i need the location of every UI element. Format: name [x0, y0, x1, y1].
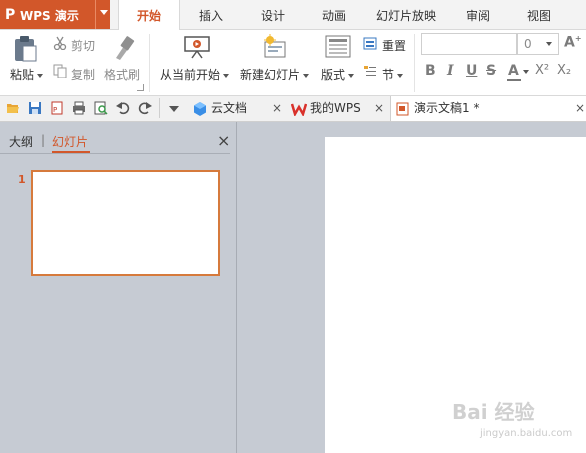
slide-number: 1 — [18, 173, 26, 186]
pane-tab-separator: | — [41, 133, 46, 147]
ribbon-divider — [149, 34, 150, 92]
app-menu-divider — [95, 0, 96, 29]
new-slide-icon[interactable] — [262, 34, 288, 60]
doc-tab-my-wps[interactable]: 我的WPS × — [288, 96, 386, 121]
presentation-icon — [396, 102, 409, 116]
tab-outline[interactable]: 大纲 — [9, 133, 33, 150]
bold-button[interactable]: B — [425, 63, 436, 79]
section-icon[interactable] — [363, 64, 377, 78]
close-tab-icon[interactable]: × — [272, 96, 282, 121]
scissors-icon[interactable] — [53, 36, 67, 51]
tab-slides[interactable]: 幻灯片 — [52, 133, 88, 150]
slideshow-from-current-icon[interactable] — [183, 34, 211, 60]
toolbar-divider — [159, 98, 160, 118]
watermark-url: jingyan.baidu.com — [480, 428, 573, 439]
paste-button[interactable] — [12, 34, 38, 64]
ribbon-divider — [414, 34, 415, 92]
reset-button[interactable]: 重置 — [382, 37, 406, 54]
customize-toolbar-dropdown-icon[interactable] — [169, 106, 179, 112]
from-current-button[interactable]: 从当前开始 — [160, 66, 230, 83]
undo-icon[interactable] — [116, 101, 130, 115]
chevron-down-icon — [546, 42, 552, 46]
cut-button[interactable]: 剪切 — [71, 37, 95, 54]
pane-header-divider — [0, 153, 230, 154]
slide-thumbnail[interactable] — [31, 170, 220, 276]
strikethrough-button[interactable]: S — [486, 63, 496, 79]
format-painter-brush-icon[interactable] — [110, 34, 136, 62]
tab-insert[interactable]: 插入 — [188, 0, 234, 29]
italic-button[interactable]: I — [447, 63, 454, 79]
close-pane-icon[interactable]: × — [217, 131, 230, 150]
tab-review[interactable]: 审阅 — [455, 0, 501, 29]
chevron-down-icon — [523, 70, 529, 74]
tab-home[interactable]: 开始 — [118, 0, 180, 30]
doc-tab-presentation[interactable]: 演示文稿1 * × — [390, 96, 586, 121]
font-name-select[interactable] — [421, 33, 517, 55]
chevron-down-icon — [397, 73, 404, 78]
print-icon[interactable] — [72, 101, 86, 115]
tab-view[interactable]: 视图 — [516, 0, 562, 29]
font-size-select[interactable]: 0 — [517, 33, 559, 55]
clipboard-group-launcher-icon[interactable] — [137, 84, 144, 91]
paste-label[interactable]: 粘贴 — [10, 66, 44, 83]
reset-icon[interactable] — [363, 36, 377, 50]
format-painter-button[interactable]: 格式刷 — [104, 66, 140, 83]
copy-icon[interactable] — [53, 64, 67, 79]
tab-design[interactable]: 设计 — [250, 0, 296, 29]
print-preview-icon[interactable] — [94, 101, 108, 115]
section-button[interactable]: 节 — [382, 66, 404, 83]
tab-slideshow[interactable]: 幻灯片放映 — [369, 0, 443, 29]
underline-button[interactable]: U — [466, 63, 477, 79]
chevron-down-icon — [303, 73, 310, 78]
close-tab-icon[interactable]: × — [374, 96, 384, 121]
export-pdf-icon[interactable]: P — [50, 101, 64, 115]
chevron-down-icon — [223, 73, 230, 78]
chevron-down-icon — [348, 73, 355, 78]
tab-animation[interactable]: 动画 — [311, 0, 357, 29]
clipboard-icon — [15, 36, 37, 62]
cloud-icon — [194, 102, 206, 116]
new-slide-button[interactable]: 新建幻灯片 — [240, 66, 310, 83]
wps-presentation-logo-icon: P — [5, 7, 16, 23]
font-color-bar — [507, 79, 521, 81]
superscript-button[interactable]: X² — [535, 63, 549, 78]
layout-icon[interactable] — [325, 35, 351, 59]
app-menu-button[interactable]: P WPS 演示 — [0, 0, 110, 29]
open-folder-icon[interactable] — [6, 101, 20, 115]
doc-tab-cloud[interactable]: 云文档 × — [188, 96, 284, 121]
save-icon[interactable] — [28, 101, 42, 115]
redo-icon[interactable] — [138, 101, 152, 115]
font-color-button[interactable]: A — [506, 61, 532, 81]
layout-button[interactable]: 版式 — [321, 66, 355, 83]
grow-font-button[interactable]: A+ — [564, 34, 582, 51]
close-tab-icon[interactable]: × — [575, 96, 585, 121]
app-menu-dropdown-icon[interactable] — [100, 10, 108, 15]
app-title: WPS 演示 — [20, 9, 79, 23]
svg-text:P: P — [53, 106, 57, 114]
baidu-watermark: Bai 经验 — [452, 400, 535, 424]
font-size-value: 0 — [524, 37, 532, 51]
subscript-button[interactable]: X₂ — [557, 63, 571, 78]
wps-logo-icon — [291, 103, 307, 116]
chevron-down-icon — [37, 73, 44, 78]
copy-button[interactable]: 复制 — [71, 66, 95, 83]
